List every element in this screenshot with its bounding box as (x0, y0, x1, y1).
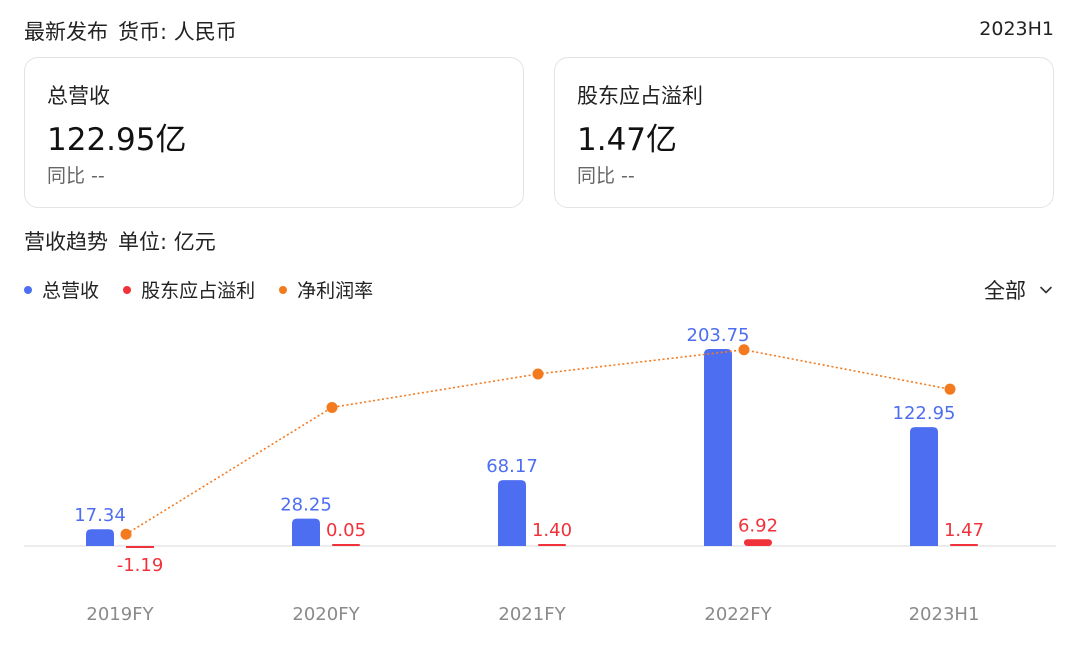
revenue-bar (498, 480, 526, 546)
period-label: 2023H1 (979, 18, 1054, 40)
profit-card-yoy: 同比 -- (577, 165, 635, 187)
revenue-card-label: 总营收 (47, 84, 110, 108)
header-title: 最新发布 货币: 人民币 (24, 16, 237, 46)
chevron-down-icon (1040, 286, 1052, 294)
revenue-data-label: 17.34 (74, 505, 126, 526)
legend-item-revenue[interactable]: 总营收 (24, 276, 99, 303)
margin-point (944, 383, 956, 395)
period-filter-dropdown[interactable]: 全部 (984, 275, 1054, 305)
profit-bar (950, 544, 978, 546)
currency-label: 货币: 人民币 (118, 20, 237, 44)
legend-dot-revenue (24, 285, 32, 294)
x-tick-label: 2020FY (292, 604, 360, 625)
profit-card-value: 1.47亿 (577, 122, 678, 158)
section-title-text: 营收趋势 (24, 230, 108, 254)
profit-data-label: 1.47 (944, 520, 984, 541)
period-filter-label: 全部 (984, 279, 1026, 303)
header-title-text: 最新发布 (24, 20, 108, 44)
legend-label-profit: 股东应占溢利 (141, 280, 256, 302)
revenue-bar (292, 518, 320, 546)
section-title: 营收趋势 单位: 亿元 (24, 226, 216, 256)
x-tick-label: 2023H1 (909, 604, 980, 625)
chart-legend: 总营收 股东应占溢利 净利润率 (24, 276, 391, 303)
profit-data-label: 1.40 (532, 520, 572, 541)
x-tick-label: 2019FY (86, 604, 154, 625)
revenue-card-yoy: 同比 -- (47, 165, 105, 187)
revenue-trend-chart: 17.34 -1.19 2019FY 28.25 0.05 2020FY 68.17 1.40… (24, 325, 1056, 625)
profit-card-label: 股东应占溢利 (577, 84, 703, 108)
profit-data-label: -1.19 (117, 555, 164, 576)
profit-bar (332, 544, 360, 546)
margin-point (120, 528, 132, 540)
revenue-bar (86, 529, 114, 546)
profit-bar (744, 539, 772, 546)
margin-point (738, 344, 750, 356)
profit-card: 股东应占溢利 1.47亿 同比 -- (554, 57, 1054, 208)
margin-point (326, 401, 338, 413)
legend-dot-profit (123, 285, 132, 294)
legend-label-revenue: 总营收 (42, 280, 100, 302)
revenue-bar (910, 427, 938, 546)
x-tick-label: 2022FY (704, 604, 772, 625)
margin-point (532, 368, 544, 380)
header: 最新发布 货币: 人民币 2023H1 (24, 14, 1054, 46)
legend-item-profit[interactable]: 股东应占溢利 (123, 276, 255, 303)
legend-label-margin: 净利润率 (297, 280, 374, 302)
profit-bar (538, 544, 566, 546)
profit-data-label: 0.05 (326, 520, 366, 541)
legend-dot-margin (279, 285, 288, 294)
profit-bar (126, 546, 154, 548)
revenue-card: 总营收 122.95亿 同比 -- (24, 57, 524, 208)
section-unit: 单位: 亿元 (118, 230, 216, 254)
legend-item-margin[interactable]: 净利润率 (279, 276, 373, 303)
revenue-bar (704, 349, 732, 546)
revenue-data-label: 68.17 (486, 456, 538, 477)
profit-data-label: 6.92 (738, 515, 778, 536)
revenue-data-label: 203.75 (687, 325, 750, 346)
x-tick-label: 2021FY (498, 604, 566, 625)
revenue-data-label: 28.25 (280, 495, 332, 516)
revenue-data-label: 122.95 (893, 403, 956, 424)
revenue-card-value: 122.95亿 (47, 122, 187, 158)
